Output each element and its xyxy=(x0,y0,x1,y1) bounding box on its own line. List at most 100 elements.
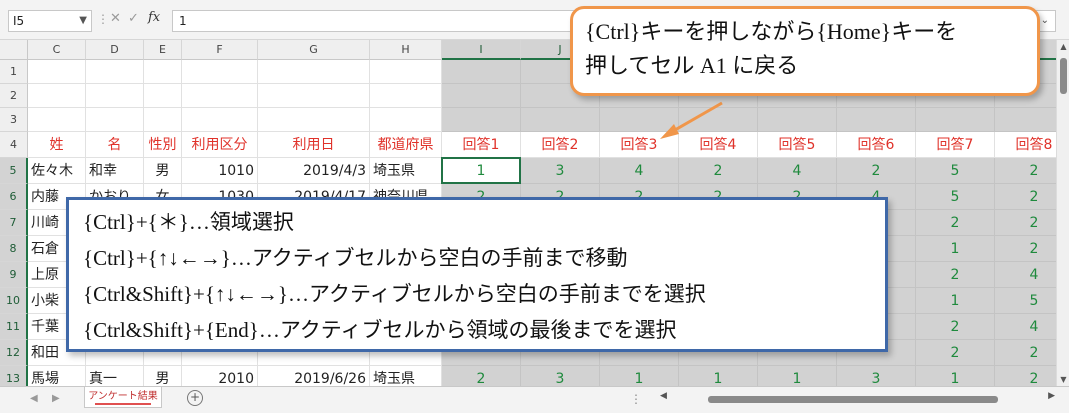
cell[interactable]: 2 xyxy=(995,158,1056,184)
cell[interactable] xyxy=(144,60,182,84)
row-header[interactable]: 5 xyxy=(0,158,28,184)
cell[interactable]: 名 xyxy=(86,132,144,158)
cell[interactable] xyxy=(370,84,442,108)
cell[interactable]: 和幸 xyxy=(86,158,144,184)
cell[interactable]: 4 xyxy=(600,158,679,184)
column-header[interactable]: F xyxy=(182,40,258,60)
cell[interactable]: 利用区分 xyxy=(182,132,258,158)
cell[interactable] xyxy=(28,84,86,108)
cell[interactable] xyxy=(28,60,86,84)
row-header[interactable]: 7 xyxy=(0,210,28,236)
row-header[interactable]: 12 xyxy=(0,340,28,366)
column-header[interactable]: E xyxy=(144,40,182,60)
cell[interactable] xyxy=(258,84,370,108)
cell[interactable]: 2010 xyxy=(182,366,258,386)
cell[interactable]: 2 xyxy=(916,262,995,288)
cell[interactable]: 2 xyxy=(995,184,1056,210)
row-header[interactable]: 13 xyxy=(0,366,28,386)
scroll-left-icon[interactable]: ◀ xyxy=(660,391,667,401)
cell[interactable]: 埼玉県 xyxy=(370,366,442,386)
cell[interactable] xyxy=(442,84,521,108)
cell[interactable] xyxy=(758,108,837,132)
scroll-right-icon[interactable]: ▶ xyxy=(1048,391,1055,401)
insert-function-icon[interactable]: fx xyxy=(148,10,160,25)
cell[interactable]: 佐々木 xyxy=(28,158,86,184)
cell[interactable]: 1 xyxy=(916,288,995,314)
next-sheet-icon[interactable]: ▶ xyxy=(52,393,60,404)
cell[interactable]: 回答5 xyxy=(758,132,837,158)
cell[interactable]: 都道府県 xyxy=(370,132,442,158)
column-header[interactable]: C xyxy=(28,40,86,60)
cell[interactable] xyxy=(144,108,182,132)
cell[interactable]: 1 xyxy=(916,236,995,262)
row-header[interactable]: 11 xyxy=(0,314,28,340)
row-header[interactable]: 2 xyxy=(0,84,28,108)
vertical-scroll-thumb[interactable] xyxy=(1060,58,1067,94)
cell[interactable]: 2 xyxy=(995,210,1056,236)
cell[interactable]: 3 xyxy=(521,158,600,184)
add-sheet-icon[interactable]: + xyxy=(187,390,203,406)
chevron-down-icon[interactable]: ⌄ xyxy=(1041,11,1049,31)
name-box[interactable]: I5 ▼ xyxy=(8,10,92,32)
cell[interactable]: 男 xyxy=(144,158,182,184)
cell[interactable]: 2 xyxy=(442,366,521,386)
cell[interactable] xyxy=(258,60,370,84)
cell[interactable] xyxy=(86,108,144,132)
cell[interactable] xyxy=(86,60,144,84)
cell[interactable]: 利用日 xyxy=(258,132,370,158)
cell[interactable]: 回答7 xyxy=(916,132,995,158)
cell[interactable] xyxy=(182,108,258,132)
cell[interactable]: 3 xyxy=(521,366,600,386)
cell[interactable]: 2 xyxy=(837,158,916,184)
cell[interactable] xyxy=(442,108,521,132)
cell[interactable]: 2 xyxy=(916,210,995,236)
row-header[interactable]: 4 xyxy=(0,132,28,158)
cell[interactable]: 2 xyxy=(995,236,1056,262)
more-icon[interactable]: ⋮ xyxy=(630,392,642,406)
cell[interactable] xyxy=(600,108,679,132)
cell[interactable] xyxy=(521,108,600,132)
cell[interactable] xyxy=(837,108,916,132)
cell[interactable]: 3 xyxy=(837,366,916,386)
row-header[interactable]: 1 xyxy=(0,60,28,84)
cell[interactable] xyxy=(916,108,995,132)
cell[interactable]: 回答6 xyxy=(837,132,916,158)
cell[interactable]: 4 xyxy=(758,158,837,184)
cell[interactable]: 真一 xyxy=(86,366,144,386)
enter-check-icon[interactable]: ✓ xyxy=(128,11,139,26)
cell[interactable] xyxy=(144,84,182,108)
horizontal-scroll-thumb[interactable] xyxy=(708,396,998,403)
column-header[interactable]: H xyxy=(370,40,442,60)
cancel-icon[interactable]: ✕ xyxy=(110,11,121,26)
cell[interactable]: 2 xyxy=(679,158,758,184)
cell[interactable] xyxy=(182,84,258,108)
cell[interactable]: 回答3 xyxy=(600,132,679,158)
cell[interactable]: 2 xyxy=(995,340,1056,366)
cell[interactable]: 1 xyxy=(600,366,679,386)
cell[interactable]: 5 xyxy=(916,158,995,184)
cell[interactable] xyxy=(28,108,86,132)
cell[interactable]: 4 xyxy=(995,262,1056,288)
horizontal-scrollbar[interactable]: ◀ ▶ xyxy=(660,391,1055,405)
chevron-down-icon[interactable]: ▼ xyxy=(79,11,87,31)
cell[interactable]: 2 xyxy=(916,340,995,366)
prev-sheet-icon[interactable]: ◀ xyxy=(30,393,38,404)
vertical-scrollbar[interactable]: ▲ ▼ xyxy=(1056,40,1069,386)
cell[interactable]: 5 xyxy=(916,184,995,210)
row-header[interactable]: 9 xyxy=(0,262,28,288)
cell[interactable]: 男 xyxy=(144,366,182,386)
cell[interactable]: 姓 xyxy=(28,132,86,158)
cell[interactable] xyxy=(442,60,521,84)
row-header[interactable]: 6 xyxy=(0,184,28,210)
row-header[interactable]: 8 xyxy=(0,236,28,262)
cell[interactable]: 性別 xyxy=(144,132,182,158)
cell[interactable]: 2019/6/26 xyxy=(258,366,370,386)
cell[interactable] xyxy=(258,108,370,132)
column-header[interactable]: D xyxy=(86,40,144,60)
cell[interactable] xyxy=(182,60,258,84)
cell[interactable]: 4 xyxy=(995,314,1056,340)
cell[interactable]: 1 xyxy=(442,158,521,184)
cell[interactable] xyxy=(679,108,758,132)
cell[interactable]: 回答8 xyxy=(995,132,1056,158)
scroll-down-icon[interactable]: ▼ xyxy=(1057,375,1069,384)
